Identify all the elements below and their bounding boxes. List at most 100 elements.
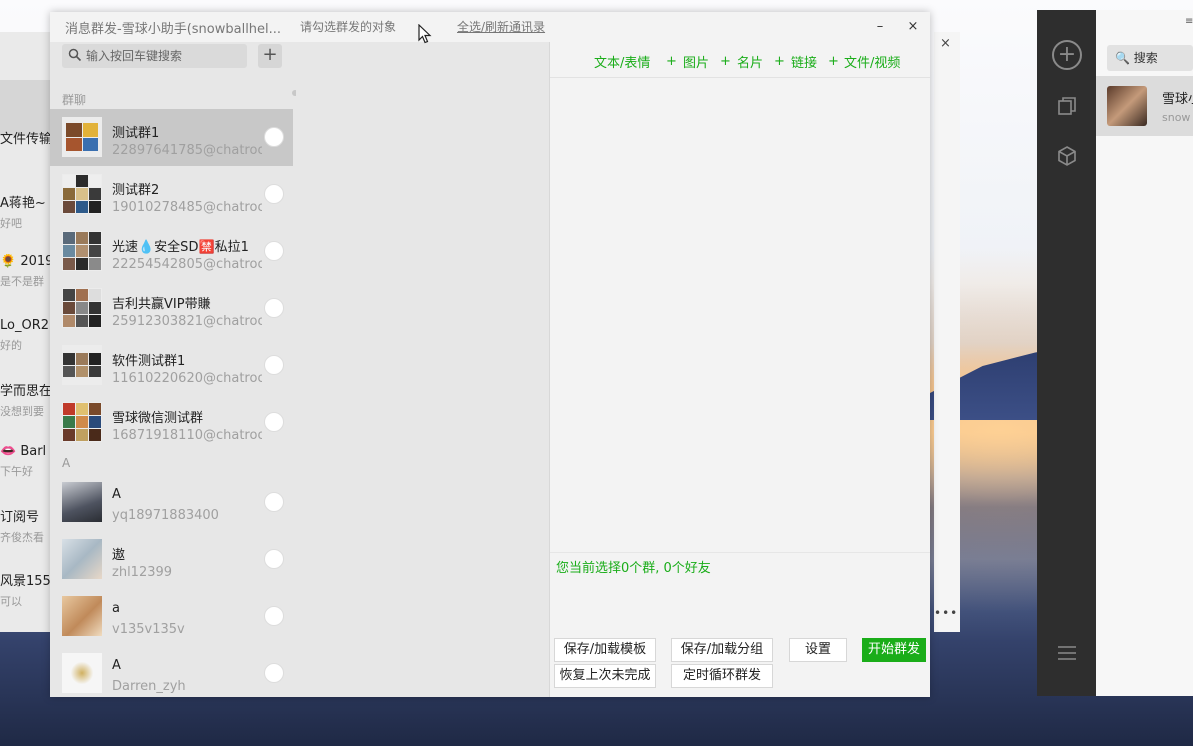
group-name: 测试群2 bbox=[112, 183, 160, 198]
group-avatar bbox=[62, 117, 102, 157]
group-id: 22254542805@chatroo bbox=[112, 257, 262, 272]
save-load-group-button[interactable]: 保存/加载分组 bbox=[671, 638, 773, 662]
menu-icon[interactable] bbox=[1052, 640, 1082, 670]
select-radio[interactable] bbox=[264, 355, 284, 375]
group-id: 25912303821@chatroo bbox=[112, 314, 262, 329]
text-emoji-button[interactable]: 文本/表情 bbox=[594, 52, 650, 71]
wechat-chat-item[interactable]: 雪球小 snow bbox=[1096, 76, 1193, 136]
group-row[interactable]: 软件测试群1 11610220620@chatroo bbox=[50, 337, 293, 394]
selection-status: 您当前选择0个群, 0个好友 bbox=[556, 561, 711, 576]
plus-icon: + bbox=[666, 54, 677, 69]
message-compose-panel: 文本/表情 + 图片 + 名片 + 链接 + 文件/视频 您当前选择0个群, 0… bbox=[550, 42, 930, 697]
contact-avatar bbox=[62, 539, 102, 579]
group-name: 雪球微信测试群 bbox=[112, 411, 204, 426]
contact-id: Darren_zyh bbox=[112, 679, 186, 694]
contact-avatar bbox=[62, 596, 102, 636]
group-avatar bbox=[62, 345, 102, 385]
plus-icon: + bbox=[720, 54, 731, 69]
select-radio[interactable] bbox=[264, 412, 284, 432]
group-avatar bbox=[62, 402, 102, 442]
select-all-refresh-link[interactable]: 全选/刷新通讯录 bbox=[457, 18, 545, 35]
link-button[interactable]: 链接 bbox=[791, 52, 817, 71]
copy-icon[interactable] bbox=[1052, 95, 1082, 125]
save-load-template-button[interactable]: 保存/加载模板 bbox=[554, 638, 656, 662]
more-icon[interactable]: ••• bbox=[934, 606, 958, 620]
contact-avatar bbox=[62, 482, 102, 522]
group-row[interactable]: 测试群2 19010278485@chatroo bbox=[50, 166, 293, 223]
add-button[interactable]: + bbox=[258, 44, 282, 68]
contact-id: yq18971883400 bbox=[112, 508, 219, 523]
search-icon bbox=[68, 48, 82, 62]
contact-name: 遨 bbox=[112, 548, 126, 563]
contact-row[interactable]: a v135v135v bbox=[50, 588, 293, 645]
mouse-cursor-icon bbox=[418, 24, 432, 44]
select-radio[interactable] bbox=[264, 663, 284, 683]
section-header-a: A bbox=[62, 456, 71, 470]
contact-row[interactable]: 遨 zhl12399 bbox=[50, 531, 293, 588]
chat-title: 雪球小 bbox=[1162, 92, 1193, 107]
contact-name: A bbox=[112, 658, 121, 673]
card-button[interactable]: 名片 bbox=[737, 52, 763, 71]
contact-id: v135v135v bbox=[112, 622, 185, 637]
contact-name: A bbox=[112, 487, 121, 502]
select-radio[interactable] bbox=[264, 492, 284, 512]
message-editor[interactable] bbox=[550, 79, 930, 553]
search-placeholder: 搜索 bbox=[1133, 51, 1158, 65]
select-radio[interactable] bbox=[264, 184, 284, 204]
restore-unfinished-button[interactable]: 恢复上次未完成 bbox=[554, 664, 656, 688]
background-window-edge: × ••• bbox=[934, 32, 960, 632]
add-circle-icon[interactable]: + bbox=[1052, 40, 1082, 70]
contact-avatar bbox=[62, 653, 102, 693]
group-row[interactable]: 测试群1 22897641785@chatroo bbox=[50, 109, 293, 166]
contact-row[interactable]: A yq18971883400 bbox=[50, 474, 293, 531]
mass-message-dialog: 消息群发-雪球小助手(snowballhel... 请勾选群发的对象 全选/刷新… bbox=[50, 12, 930, 697]
file-video-button[interactable]: 文件/视频 bbox=[844, 52, 900, 71]
contact-name: a bbox=[112, 601, 120, 616]
plus-icon: + bbox=[828, 54, 839, 69]
window-title: 消息群发-雪球小助手(snowballhel... bbox=[65, 22, 282, 37]
titlebar[interactable]: 消息群发-雪球小助手(snowballhel... 请勾选群发的对象 全选/刷新… bbox=[50, 12, 930, 42]
selected-targets-panel bbox=[296, 42, 550, 697]
contact-search[interactable] bbox=[62, 44, 247, 68]
contact-search-input[interactable] bbox=[86, 47, 244, 65]
wechat-search-input[interactable]: 🔍 搜索 bbox=[1107, 45, 1193, 71]
wechat-main-window: + ≡ 🔍 搜索 雪球小 snow bbox=[1037, 10, 1193, 696]
close-button[interactable]: × bbox=[901, 16, 925, 38]
group-avatar bbox=[62, 174, 102, 214]
group-row[interactable]: 雪球微信测试群 16871918110@chatroo bbox=[50, 394, 293, 451]
select-radio[interactable] bbox=[264, 549, 284, 569]
content-type-toolbar: 文本/表情 + 图片 + 名片 + 链接 + 文件/视频 bbox=[550, 42, 930, 78]
plus-icon: + bbox=[774, 54, 785, 69]
group-avatar bbox=[62, 288, 102, 328]
contact-id: zhl12399 bbox=[112, 565, 173, 580]
avatar bbox=[1107, 86, 1147, 126]
start-broadcast-button[interactable]: 开始群发 bbox=[862, 638, 926, 662]
chat-subtitle: snow bbox=[1162, 111, 1191, 124]
group-row[interactable]: 光速💧安全SD🈲私拉1 22254542805@chatroo bbox=[50, 223, 293, 280]
search-icon: 🔍 bbox=[1115, 51, 1130, 65]
select-radio[interactable] bbox=[264, 606, 284, 626]
selection-hint: 请勾选群发的对象 bbox=[300, 20, 397, 34]
wechat-sidebar: + bbox=[1037, 10, 1096, 696]
group-id: 22897641785@chatroo bbox=[112, 143, 262, 158]
group-id: 19010278485@chatroo bbox=[112, 200, 262, 215]
group-id: 16871918110@chatroo bbox=[112, 428, 262, 443]
minimize-button[interactable]: – bbox=[868, 16, 892, 38]
group-row[interactable]: 吉利共赢VIP带賺 25912303821@chatroo bbox=[50, 280, 293, 337]
image-button[interactable]: 图片 bbox=[683, 52, 709, 71]
cube-icon[interactable] bbox=[1052, 145, 1082, 175]
select-radio[interactable] bbox=[264, 298, 284, 318]
group-name: 软件测试群1 bbox=[112, 354, 186, 369]
bg-close-button[interactable]: × bbox=[940, 36, 951, 51]
scheduled-loop-button[interactable]: 定时循环群发 bbox=[671, 664, 773, 688]
contact-list-panel: + 群聊 测试群1 22897641785@chatroo 测试群2 19010… bbox=[50, 42, 296, 697]
settings-button[interactable]: 设置 bbox=[789, 638, 847, 662]
group-name: 光速💧安全SD🈲私拉1 bbox=[112, 240, 249, 255]
group-avatar bbox=[62, 231, 102, 271]
contact-row[interactable]: A Darren_zyh bbox=[50, 645, 293, 697]
group-name: 测试群1 bbox=[112, 126, 160, 141]
select-radio[interactable] bbox=[264, 127, 284, 147]
window-menu-icon[interactable]: ≡ bbox=[1185, 16, 1193, 27]
group-id: 11610220620@chatroo bbox=[112, 371, 262, 386]
select-radio[interactable] bbox=[264, 241, 284, 261]
